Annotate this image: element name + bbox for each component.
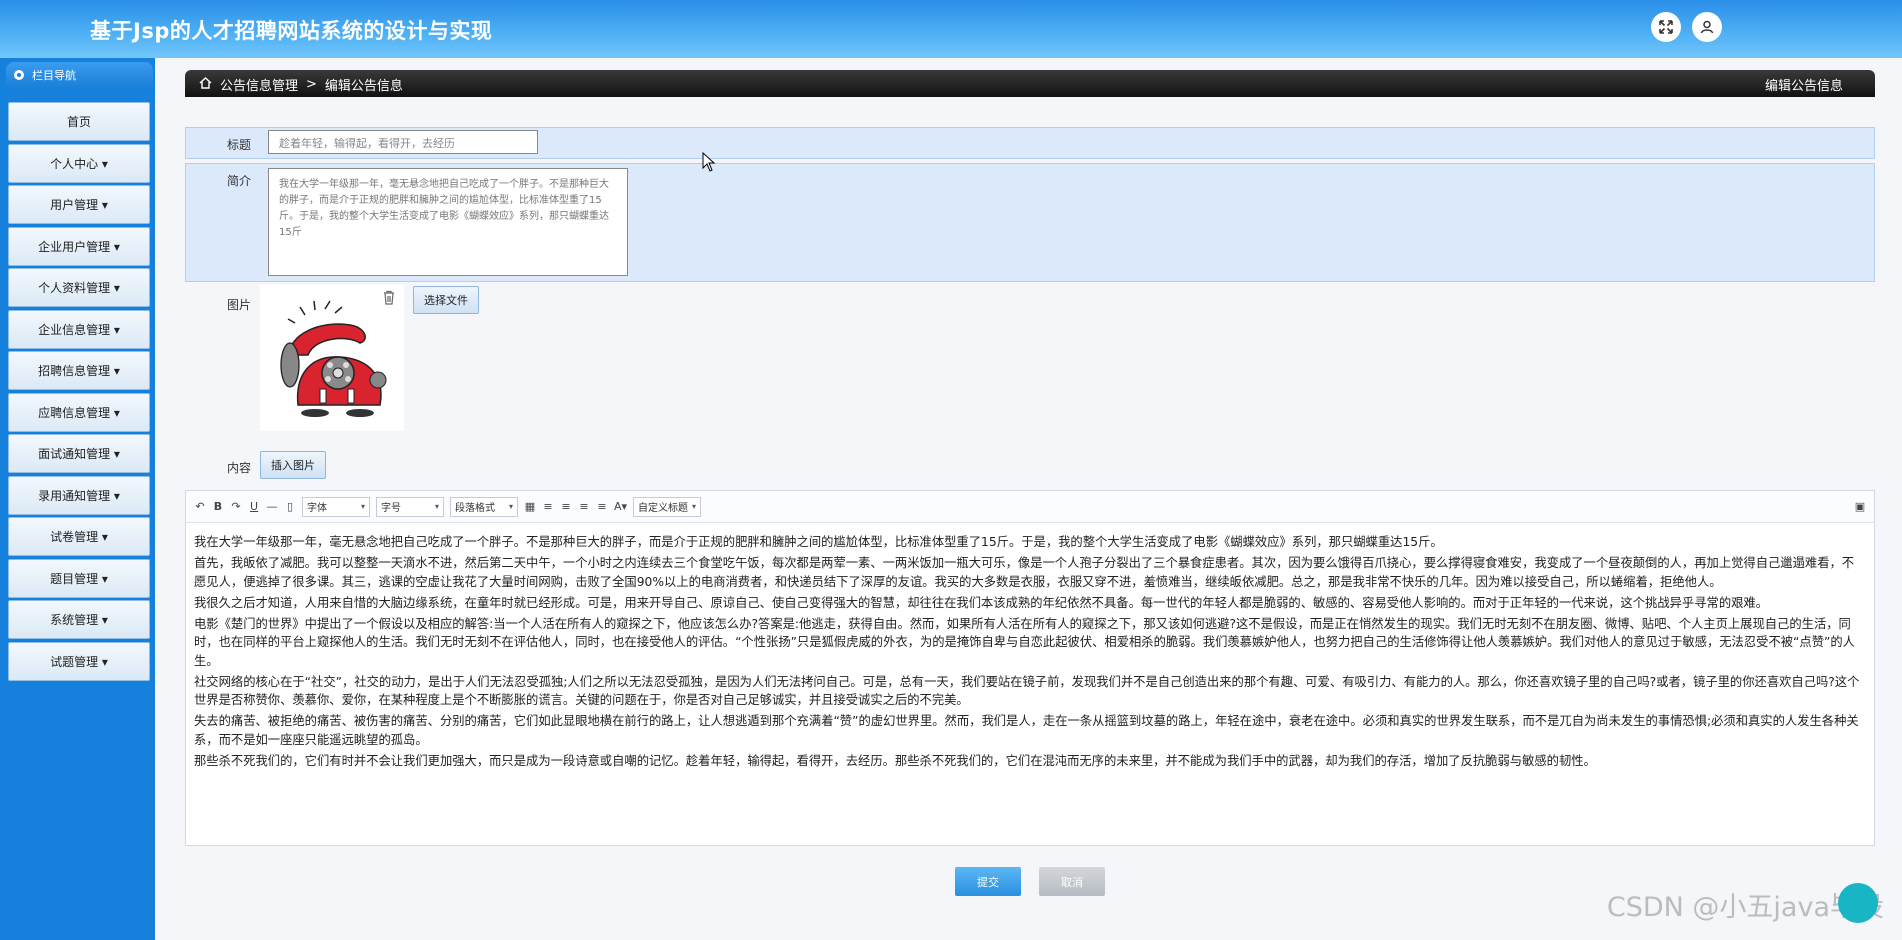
- sidebar-item-recruitment-management[interactable]: 招聘信息管理 ▾: [8, 351, 150, 390]
- paragraph-select[interactable]: 段落格式 ▾: [450, 496, 518, 517]
- font-select[interactable]: 字体 ▾: [302, 496, 370, 517]
- content-paragraph: 我很久之后才知道，人用来自惜的大脑边缘系统，在童年时就已经形成。可是，用来开导自…: [194, 595, 1769, 610]
- nav-dot-icon: [14, 70, 24, 80]
- floating-badge-icon[interactable]: [1838, 883, 1878, 923]
- content-paragraph: 那些杀不死我们的，它们有时并不会让我们更加强大，而只是成为一段诗意或自嘲的记忆。…: [194, 753, 1596, 768]
- sidebar-header: 栏目导航: [6, 62, 153, 88]
- content-paragraph: 失去的痛苦、被拒绝的痛苦、被伤害的痛苦、分别的痛苦，它们如此显眼地横在前行的路上…: [194, 714, 1859, 747]
- document-icon[interactable]: ▯: [284, 500, 296, 513]
- content-label: 内容: [227, 461, 252, 475]
- submit-button[interactable]: 提交: [955, 867, 1021, 896]
- nav-list: 首页 个人中心 ▾ 用户管理 ▾ 企业用户管理 ▾ 个人资料管理 ▾ 企业信息管…: [8, 102, 150, 683]
- custom-title-value: 自定义标题: [638, 503, 689, 514]
- breadcrumb-separator: >: [306, 77, 317, 92]
- intro-label: 简介: [227, 174, 252, 188]
- chevron-down-icon: ▾: [692, 502, 697, 511]
- justify-icon[interactable]: ≡: [596, 500, 608, 513]
- sidebar-item-paper-management[interactable]: 试卷管理 ▾: [8, 517, 150, 556]
- chevron-down-icon: ▾: [508, 502, 513, 511]
- image-label: 图片: [227, 298, 252, 312]
- bold-icon[interactable]: B: [212, 500, 224, 513]
- sidebar: 栏目导航 首页 个人中心 ▾ 用户管理 ▾ 企业用户管理 ▾ 个人资料管理 ▾ …: [0, 58, 155, 940]
- horizontal-rule-icon[interactable]: —: [266, 500, 278, 513]
- fullscreen-icon[interactable]: [1651, 12, 1681, 42]
- html-source-icon[interactable]: ▣: [1854, 500, 1866, 513]
- mouse-cursor-icon: [702, 151, 716, 175]
- font-color-icon[interactable]: A▾: [614, 500, 627, 513]
- insert-image-button[interactable]: 插入图片: [260, 451, 326, 479]
- sidebar-item-enterprise-user-management[interactable]: 企业用户管理 ▾: [8, 226, 150, 266]
- chevron-down-icon: ▾: [360, 502, 365, 511]
- content-paragraph: 社交网络的核心在于“社交”，社交的动力，是出于人们无法忍受孤独;人们之所以无法忍…: [194, 674, 1860, 708]
- font-select-value: 字体: [307, 503, 327, 514]
- cancel-button[interactable]: 取消: [1039, 867, 1105, 896]
- custom-title-select[interactable]: 自定义标题 ▾: [633, 496, 702, 517]
- sidebar-item-question-management[interactable]: 题目管理 ▾: [8, 558, 150, 598]
- align-center-icon[interactable]: ≡: [560, 500, 572, 513]
- align-left-icon[interactable]: ≡: [542, 500, 554, 513]
- editor-toolbar: ↶ B ↷ U — ▯ 字体 ▾ 字号 ▾ 段落格式 ▾ ▦ ≡ ≡ ≡ ≡ A▾ 自…: [186, 491, 1874, 523]
- align-right-icon[interactable]: ≡: [578, 500, 590, 513]
- intro-textarea[interactable]: 我在大学一年级那一年，毫无悬念地把自己吃成了一个胖子。不是那种巨大的胖子，而是介…: [268, 168, 628, 276]
- sidebar-item-personal-center[interactable]: 个人中心 ▾: [8, 143, 150, 183]
- sidebar-item-system-management[interactable]: 系统管理 ▾: [8, 600, 150, 639]
- sidebar-item-enterprise-info-management[interactable]: 企业信息管理 ▾: [8, 309, 150, 349]
- sidebar-item-interview-notice-management[interactable]: 面试通知管理 ▾: [8, 434, 150, 473]
- redo-icon[interactable]: ↷: [230, 500, 242, 513]
- user-icon[interactable]: [1692, 12, 1722, 42]
- size-select-value: 字号: [381, 503, 401, 514]
- content-paragraph: 首先，我皈依了减肥。我可以整整一天滴水不进，然后第二天中午，一个小时之内连续去三…: [194, 556, 1855, 589]
- content-paragraph: 我在大学一年级那一年，毫无悬念地把自己吃成了一个胖子。不是那种巨大的胖子，而是介…: [194, 535, 1443, 549]
- sidebar-item-application-management[interactable]: 应聘信息管理 ▾: [8, 392, 150, 432]
- undo-icon[interactable]: ↶: [194, 500, 206, 513]
- home-icon[interactable]: [199, 76, 212, 93]
- table-icon[interactable]: ▦: [524, 500, 536, 513]
- breadcrumb-root[interactable]: 公告信息管理: [220, 75, 298, 94]
- breadcrumb-bar: 公告信息管理 > 编辑公告信息 编辑公告信息: [185, 70, 1875, 97]
- size-select[interactable]: 字号 ▾: [376, 496, 444, 517]
- editor-content[interactable]: 我在大学一年级那一年，毫无悬念地把自己吃成了一个胖子。不是那种巨大的胖子，而是介…: [186, 523, 1874, 783]
- chevron-down-icon: ▾: [434, 502, 439, 511]
- choose-file-button[interactable]: 选择文件: [413, 286, 479, 314]
- breadcrumb: 公告信息管理 > 编辑公告信息: [199, 75, 403, 94]
- title-label: 标题: [227, 138, 252, 152]
- title-input[interactable]: 趁着年轻，输得起，看得开，去经历: [268, 130, 538, 154]
- sidebar-item-user-management[interactable]: 用户管理 ▾: [8, 185, 150, 224]
- breadcrumb-current: 编辑公告信息: [324, 79, 403, 94]
- content-paragraph: 电影《楚门的世界》中提出了一个假设以及相应的解答:当一个人活在所有人的窥探之下，…: [194, 616, 1855, 668]
- paragraph-select-value: 段落格式: [455, 503, 495, 514]
- sidebar-item-test-question-management[interactable]: 试题管理 ▾: [8, 641, 150, 681]
- rich-text-editor: ↶ B ↷ U — ▯ 字体 ▾ 字号 ▾ 段落格式 ▾ ▦ ≡ ≡ ≡ ≡ A▾ 自…: [185, 490, 1875, 846]
- underline-icon[interactable]: U: [248, 500, 260, 513]
- page-title: 编辑公告信息: [1764, 79, 1843, 94]
- delete-image-icon[interactable]: [382, 290, 396, 308]
- app-title: 基于Jsp的人才招聘网站系统的设计与实现: [90, 19, 493, 43]
- sidebar-item-offer-notice-management[interactable]: 录用通知管理 ▾: [8, 475, 150, 515]
- sidebar-item-home[interactable]: 首页: [8, 102, 150, 141]
- sidebar-item-profile-management[interactable]: 个人资料管理 ▾: [8, 268, 150, 307]
- top-bar: 基于Jsp的人才招聘网站系统的设计与实现: [0, 0, 1902, 58]
- sidebar-header-label: 栏目导航: [32, 69, 76, 82]
